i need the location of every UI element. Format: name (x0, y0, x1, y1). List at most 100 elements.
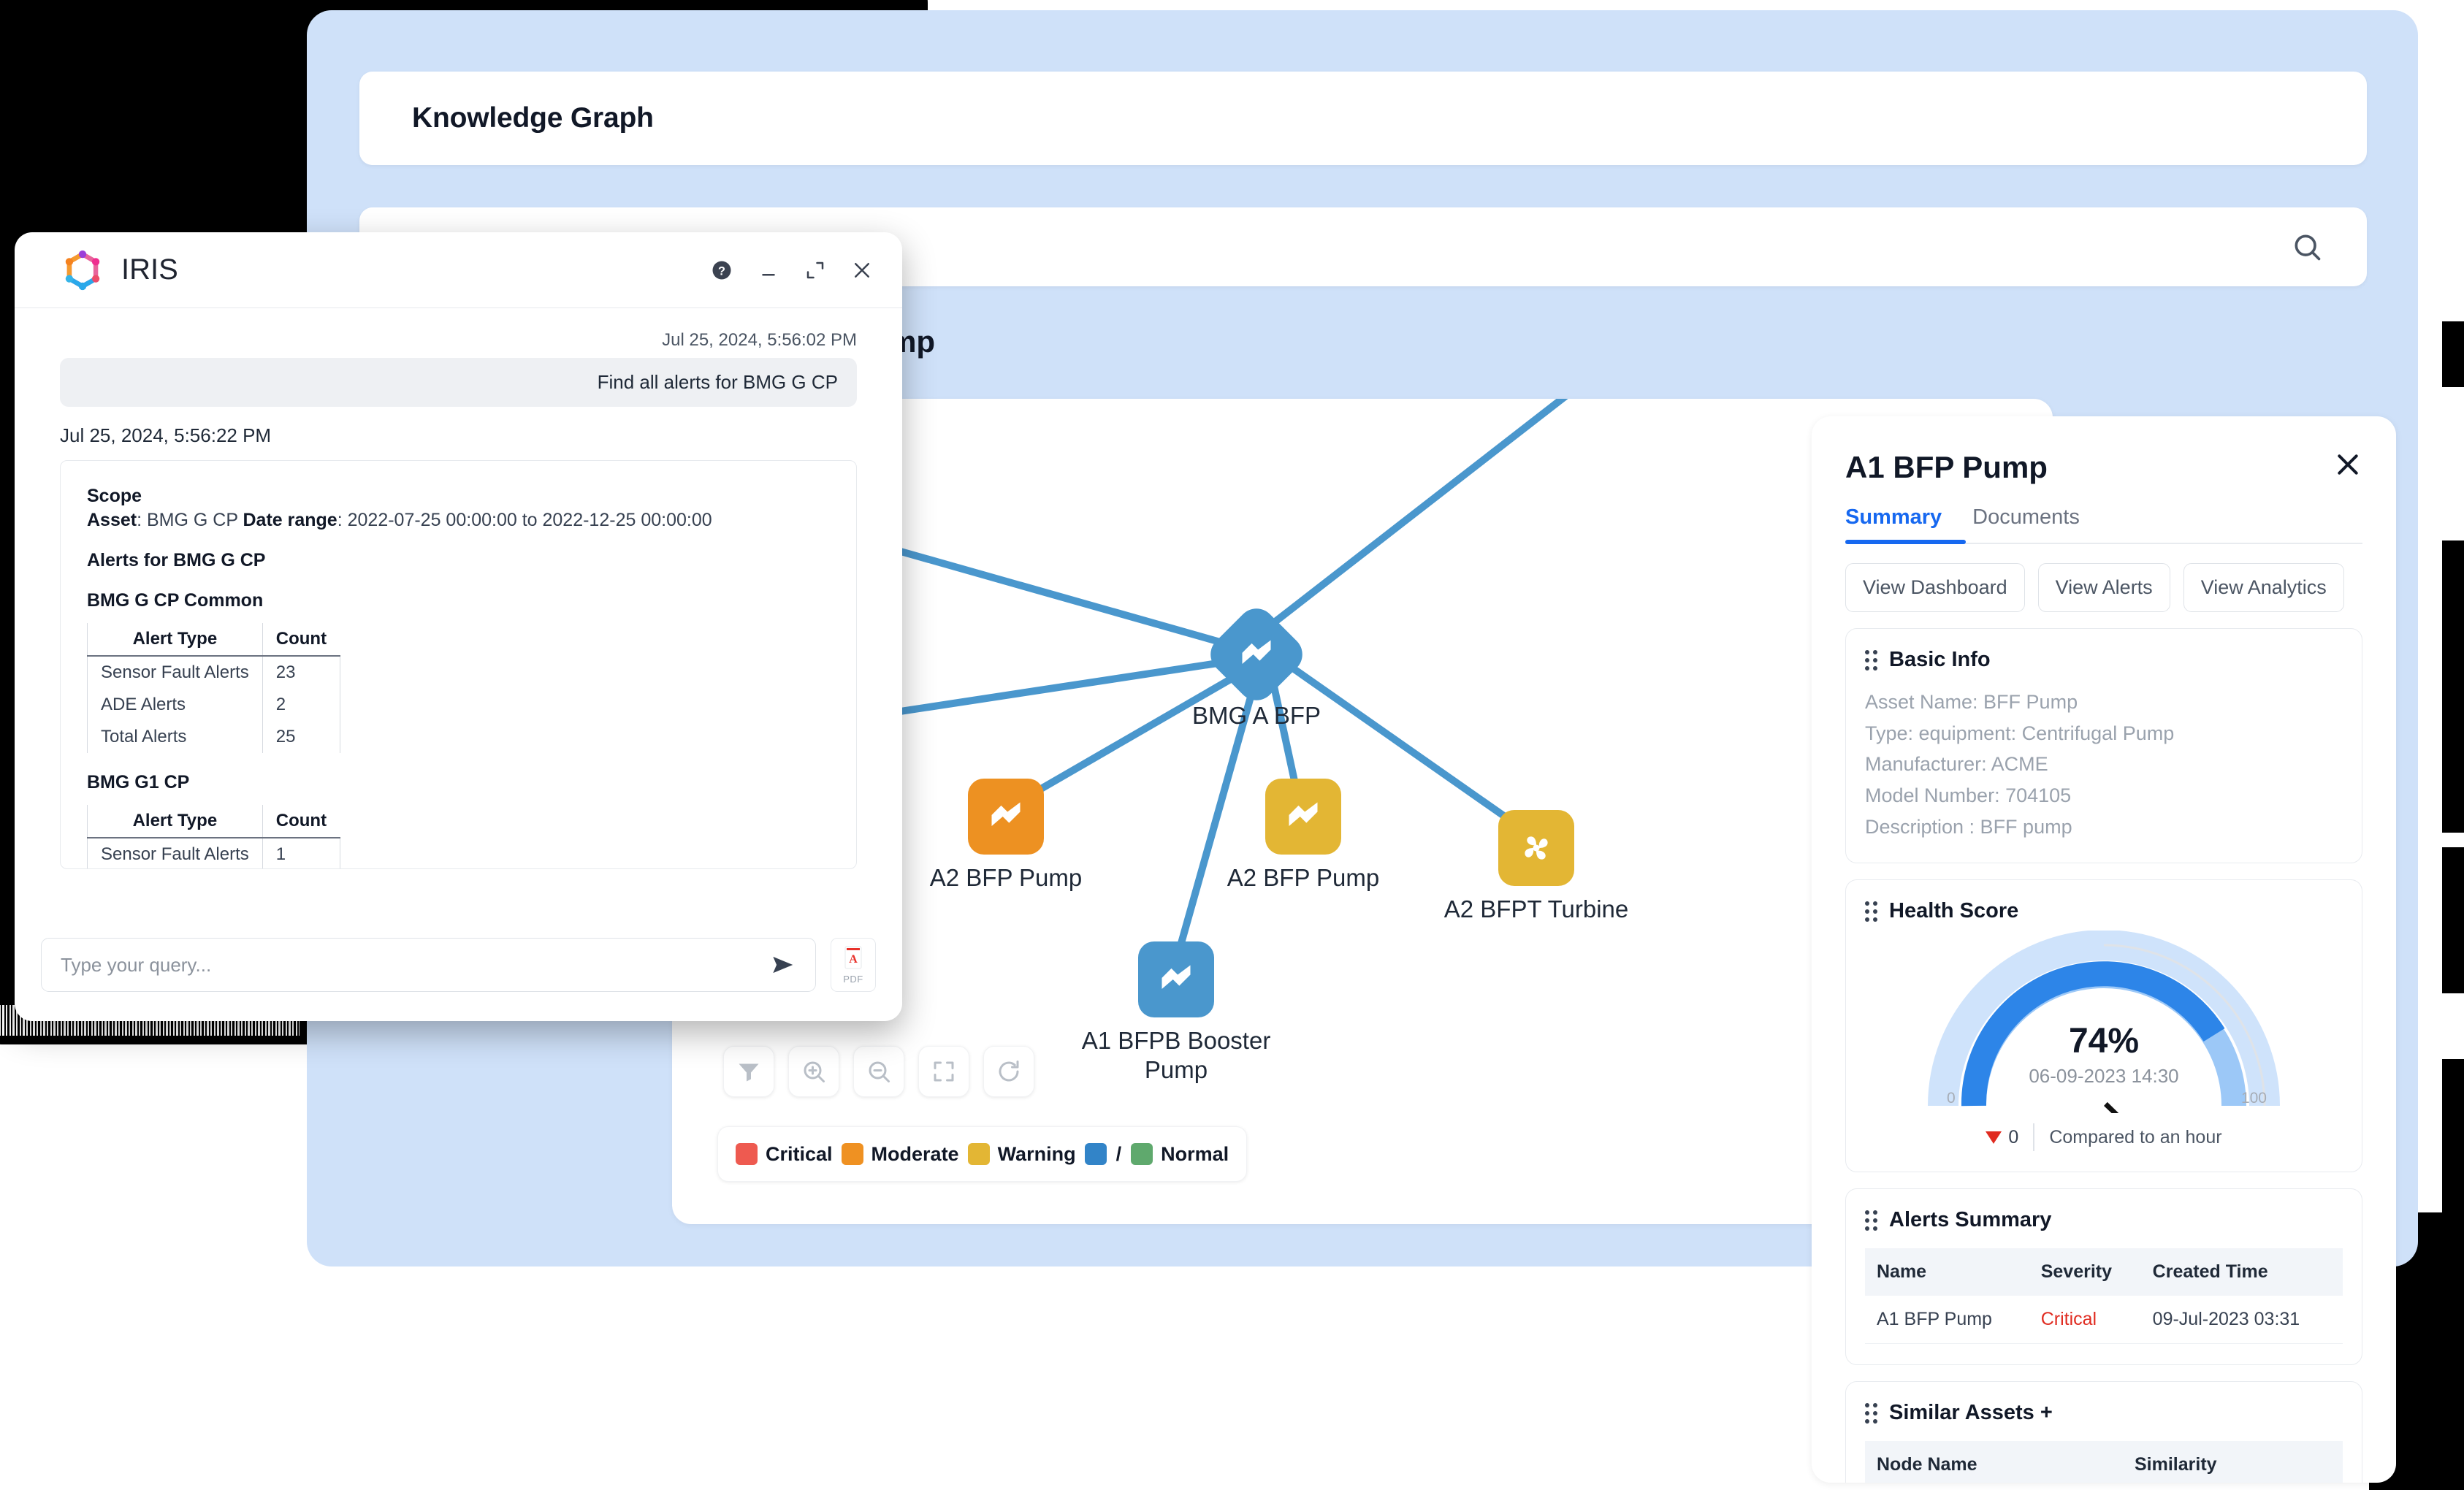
maximize-icon[interactable] (804, 259, 826, 281)
info-description: Description : BFF pump (1865, 815, 2072, 838)
fan-icon (1525, 836, 1548, 860)
alerts-heading: Alerts for BMG G CP (87, 550, 266, 570)
help-icon[interactable]: ? (711, 259, 733, 281)
divider (2033, 1123, 2035, 1152)
legend-swatch (736, 1143, 758, 1165)
page-header: Knowledge Graph (359, 72, 2367, 165)
message-timestamp-bot: Jul 25, 2024, 5:56:22 PM (60, 424, 272, 446)
view-analytics-button[interactable]: View Analytics (2183, 563, 2344, 612)
cell-alert-type: Sensor Fault Alerts (87, 656, 263, 689)
graph-node-bmg-a-bfp[interactable]: BMG A BFP (1192, 600, 1321, 729)
export-pdf-button[interactable]: A PDF (831, 938, 876, 992)
assistant-response-card: Scope Asset: BMG G CP Date range: 2022-0… (60, 460, 857, 869)
date-range-value: : 2022-07-25 00:00:00 to 2022-12-25 00:0… (337, 510, 712, 530)
iris-chat-window: IRIS ? Jul 25, 2024, 5:56:02 PM Find all… (15, 232, 902, 1021)
tab-summary[interactable]: Summary (1845, 505, 1942, 543)
legend-label: Moderate (871, 1142, 959, 1165)
zoom-in-button[interactable] (788, 1046, 839, 1097)
card-header: Similar Assets + (1865, 1401, 2343, 1425)
view-alerts-button[interactable]: View Alerts (2037, 563, 2170, 612)
info-asset-name: Asset Name: BFF Pump (1865, 691, 2078, 713)
card-title: Health Score (1889, 899, 2019, 923)
zoom-out-icon (869, 1061, 890, 1082)
node-shape (1202, 600, 1311, 708)
table-header-row: Name Severity Created Time (1865, 1248, 2343, 1296)
iris-logo-hexagon-icon (65, 250, 100, 290)
similar-assets-card: Similar Assets + Node Name Similarity (1845, 1381, 2362, 1483)
drag-handle-icon[interactable] (1865, 1402, 1877, 1424)
cell-severity: Critical (2029, 1296, 2141, 1345)
send-icon[interactable] (768, 951, 796, 979)
table-row: ADE Alerts 2 (87, 689, 340, 721)
legend-swatch-green (1131, 1143, 1153, 1165)
page-title: Knowledge Graph (412, 102, 654, 134)
column-node-name: Node Name (1865, 1441, 2123, 1483)
search-icon (2295, 234, 2321, 261)
scope-line: Asset: BMG G CP Date range: 2022-07-25 0… (87, 510, 830, 531)
reset-button[interactable] (983, 1046, 1034, 1097)
asset-details-panel: A1 BFP Pump Summary Documents View Dashb… (1812, 416, 2396, 1483)
pdf-label: PDF (843, 974, 863, 985)
iris-footer: A PDF (15, 938, 902, 1021)
table-row: Total Alerts 25 (87, 721, 340, 753)
table-row[interactable]: A1 BFP Pump Critical 09-Jul-2023 03:31 (1865, 1296, 2343, 1345)
close-icon[interactable] (2333, 450, 2362, 479)
basic-info-lines: Asset Name: BFF Pump Type: equipment: Ce… (1865, 687, 2343, 842)
view-dashboard-button[interactable]: View Dashboard (1845, 563, 2025, 612)
column-count: Count (262, 805, 340, 838)
column-similarity: Similarity (2123, 1441, 2343, 1483)
cell-count: 2 (262, 689, 340, 721)
legend-label: Warning (997, 1142, 1076, 1165)
node-shape (1498, 810, 1574, 886)
graph-node-a2-bfpt-turbine[interactable]: A2 BFPT Turbine (1444, 810, 1628, 922)
iris-titlebar: IRIS ? (15, 232, 902, 308)
card-title[interactable]: Similar Assets + (1889, 1401, 2053, 1425)
graph-node-label: A2 BFP Pump (1227, 864, 1380, 891)
close-icon[interactable] (851, 259, 873, 281)
query-input-box[interactable] (41, 938, 816, 992)
tab-documents[interactable]: Documents (1972, 505, 2080, 543)
cell-name: A1 BFP Pump (1865, 1296, 2029, 1345)
legend-label: Normal (1161, 1142, 1229, 1165)
column-name: Name (1865, 1248, 2029, 1296)
background-edge-block (2442, 847, 2464, 993)
cell-created-time: 09-Jul-2023 03:31 (2140, 1296, 2343, 1345)
alerts-table-common: Alert Type Count Sensor Fault Alerts 23 … (87, 623, 340, 753)
column-alert-type: Alert Type (87, 805, 263, 838)
alerts-table-g1: Alert Type Count Sensor Fault Alerts 1 T… (87, 805, 340, 868)
scope-heading: Scope (87, 486, 142, 506)
graph-node-a2-bfp-pump-1[interactable]: A2 BFP Pump (930, 779, 1082, 891)
card-header: Health Score (1865, 899, 2343, 923)
filter-icon (739, 1063, 759, 1082)
drag-handle-icon[interactable] (1865, 649, 1877, 670)
filter-button[interactable] (723, 1046, 774, 1097)
legend-swatch (841, 1143, 863, 1165)
query-input[interactable] (61, 953, 768, 977)
fit-screen-button[interactable] (918, 1046, 969, 1097)
compare-label: Compared to an hour (2049, 1126, 2222, 1147)
minimize-icon[interactable] (758, 259, 779, 281)
graph-node-label: A1 BFPB Booster Pump (1081, 1027, 1271, 1084)
card-title: Basic Info (1889, 648, 1991, 671)
cell-alert-type: Sensor Fault Alerts (87, 838, 263, 868)
drag-handle-icon[interactable] (1865, 1210, 1877, 1231)
card-title: Alerts Summary (1889, 1208, 2052, 1232)
svg-text:A: A (849, 953, 858, 966)
alerts-summary-table: Name Severity Created Time A1 BFP Pump C… (1865, 1248, 2343, 1345)
section-title-common: BMG G CP Common (87, 590, 264, 611)
alerts-summary-card: Alerts Summary Name Severity Created Tim… (1845, 1188, 2362, 1366)
zoom-out-button[interactable] (853, 1046, 904, 1097)
cell-count: 1 (262, 838, 340, 868)
graph-node-a2-bfp-pump-2[interactable]: A2 BFP Pump (1227, 779, 1379, 891)
date-range-label: Date range (243, 510, 337, 530)
signal-zigzag-icon (1162, 965, 1191, 989)
graph-toolbar (723, 1046, 1034, 1097)
message-timestamp-user: Jul 25, 2024, 5:56:02 PM (662, 330, 857, 350)
drag-handle-icon[interactable] (1865, 901, 1877, 922)
legend-swatch-blue (1084, 1143, 1107, 1165)
graph-node-a1-bfpb-booster-pump[interactable]: A1 BFPB Booster Pump (1082, 941, 1270, 1083)
table-row: Sensor Fault Alerts 1 (87, 838, 340, 868)
card-header: Basic Info (1865, 648, 2343, 672)
health-score-card: Health Score 74% 06-09-2023 14:30 0 100 (1845, 879, 2362, 1173)
legend-separator: / (1115, 1142, 1122, 1165)
